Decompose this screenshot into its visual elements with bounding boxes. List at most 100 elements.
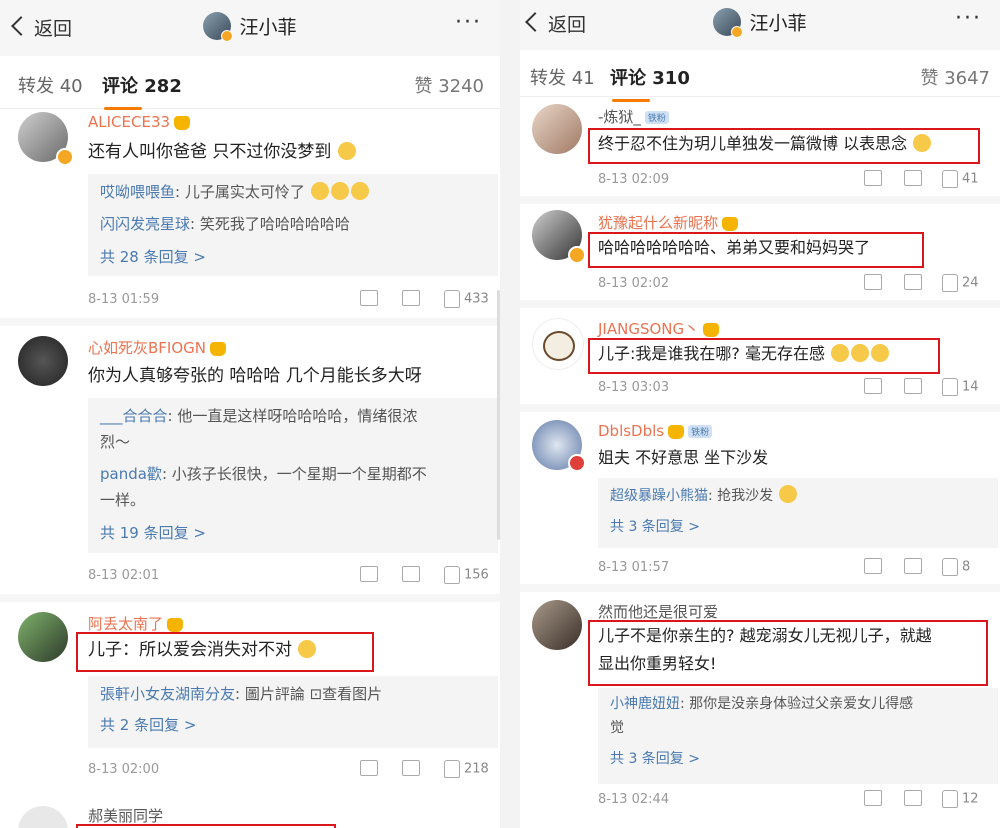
share-icon[interactable] [360,566,378,582]
tab-repost[interactable]: 转发 41 [530,64,595,90]
reply-icon[interactable] [904,790,922,806]
reply-line[interactable]: 超级暴躁小熊猫: 抢我沙发 [610,484,798,509]
comment-text: 还有人叫你爸爸 只不过你没梦到 [88,140,357,164]
reply-username[interactable]: 小神鹿妞妞 [610,696,680,712]
more-icon[interactable]: ··· [455,10,482,35]
reply-line[interactable]: panda歡: 小孩子长很快，一个星期一个星期都不 [100,462,427,487]
comment-text-content: 还有人叫你爸爸 只不过你没梦到 [88,142,332,162]
reply-icon[interactable] [402,760,420,776]
emoji-icon [337,142,356,160]
reply-username[interactable]: 張軒小女友湖南分友 [100,685,235,703]
more-replies-link[interactable]: 共 28 条回复 > [100,246,206,267]
comment-username[interactable]: 郝美丽同学 [88,805,163,826]
comment-username[interactable]: -炼狱_ 铁粉 [598,106,669,127]
avatar[interactable] [713,8,744,38]
comment-username[interactable]: 心如死灰BFIOGN [88,337,226,358]
avatar[interactable] [532,318,584,370]
emoji-icon [330,182,349,200]
comment-timestamp: 8-13 02:44 [598,792,670,807]
reply-username[interactable]: panda歡 [100,465,162,483]
tab-comments[interactable]: 评论 310 [610,64,690,102]
divider [520,300,1000,308]
comment-text-content: 儿子:我是谁我在哪? 毫无存在感 [598,344,825,363]
more-icon[interactable]: ··· [955,6,982,31]
more-replies-link[interactable]: 共 19 条回复 > [100,522,206,543]
avatar[interactable] [532,104,582,154]
fan-badge: 铁粉 [688,425,713,438]
share-icon-glyph [360,566,378,582]
avatar[interactable] [532,600,582,650]
like-button[interactable]: 14 [942,378,979,396]
more-replies-link[interactable]: 共 3 条回复 > [610,748,700,768]
comment-icon [904,558,922,574]
like-button[interactable]: 24 [942,274,979,292]
like-button[interactable]: 8 [942,558,970,576]
reply-line[interactable]: ___合合合: 他一直是这样呀哈哈哈哈，情绪很浓 [100,404,417,429]
tab-comments[interactable]: 评论 282 [102,72,182,110]
reply-icon[interactable] [402,290,420,306]
comment-timestamp: 8-13 02:09 [598,172,670,187]
reply-username[interactable]: 哎呦喂喂鱼 [100,183,175,201]
avatar[interactable] [203,12,234,42]
comment-text: 你为人真够夸张的 哈哈哈 几个月能长多大呀 [88,366,422,386]
like-count: 12 [962,791,979,807]
like-button[interactable]: 218 [444,760,489,778]
share-icon[interactable] [864,378,882,394]
emoji-icon [871,344,890,362]
share-icon-glyph [864,170,882,186]
vip-crown-icon [210,341,226,356]
tab-repost[interactable]: 转发 40 [18,72,83,98]
comment-text: 姐夫 不好意思 坐下沙发 [598,448,769,467]
share-icon[interactable] [360,290,378,306]
reply-line-continued: 烈～ [100,433,131,451]
reply-username[interactable]: 超级暴躁小熊猫 [610,488,708,504]
comment-username[interactable]: 阿丢太南了 [88,613,184,634]
like-button[interactable]: 41 [942,170,979,188]
more-replies-link[interactable]: 共 3 条回复 > [610,516,700,536]
emoji-icon [831,344,850,362]
reply-icon[interactable] [904,170,922,186]
comment-username[interactable]: 犹豫起什么新昵称 [598,212,739,233]
vip-crown-icon [668,424,685,439]
comment-timestamp: 8-13 01:59 [88,292,160,307]
comment-icon [904,378,922,394]
like-count: 41 [962,171,979,187]
comment-username[interactable]: DblsDbls 铁粉 [598,422,713,440]
reply-line[interactable]: 哎呦喂喂鱼: 儿子属实太可怜了 [100,180,370,205]
share-icon[interactable] [360,760,378,776]
reply-icon[interactable] [904,558,922,574]
reply-username[interactable]: ___合合合 [100,407,168,425]
thumbs-up-icon [942,170,958,188]
comment-text-line: 儿子不是你亲生的? 越宠溺女儿无视儿子，就越 [598,626,932,645]
reply-icon[interactable] [904,378,922,394]
like-button[interactable]: 12 [942,790,979,808]
more-replies-link[interactable]: 共 2 条回复 > [100,714,196,735]
like-button[interactable]: 433 [444,290,489,308]
likes-total[interactable]: 赞 3647 [920,64,990,90]
share-icon[interactable] [864,558,882,574]
divider [520,584,1000,592]
vip-crown-icon [167,617,184,632]
right-screenshot-panel: 返回 汪小菲 ··· 转发 41 评论 310 赞 3647 -炼狱_ 铁粉 终于… [520,0,1000,828]
share-icon[interactable] [864,274,882,290]
reply-line[interactable]: 張軒小女友湖南分友: 圖片評論 ⊡查看图片 [100,682,382,707]
reply-username[interactable]: 闪闪发亮星球 [100,215,190,233]
share-icon[interactable] [864,790,882,806]
divider [0,594,500,602]
share-icon[interactable] [864,170,882,186]
like-button[interactable]: 156 [444,566,489,584]
likes-total[interactable]: 赞 3240 [414,72,484,98]
reply-icon[interactable] [904,274,922,290]
page-title: 汪小菲 [520,8,1000,38]
like-count: 433 [464,291,489,307]
comment-username[interactable]: 然而他还是很可爱 [598,601,718,622]
avatar[interactable] [18,806,68,828]
reply-icon[interactable] [402,566,420,582]
comment-username[interactable]: ALICECE33 [88,113,191,131]
avatar[interactable] [18,612,68,662]
comment-text: 终于忍不住为玥儿单独发一篇微博 以表思念 [598,132,932,156]
reply-line[interactable]: 小神鹿妞妞: 那你是没亲身体验过父亲爱女儿得感 [610,692,913,717]
comment-username[interactable]: JIANGSONG丶 [598,318,720,339]
avatar[interactable] [18,336,68,386]
reply-line[interactable]: 闪闪发亮星球: 笑死我了哈哈哈哈哈哈 [100,212,350,237]
